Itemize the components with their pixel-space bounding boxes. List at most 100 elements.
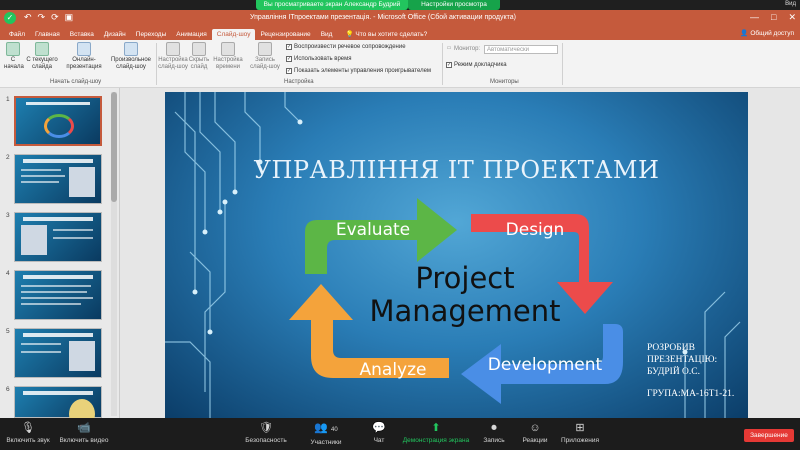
thumb-number: 3 [6, 212, 10, 219]
redo-icon[interactable]: ↷ [38, 12, 46, 23]
thumb-text-line [21, 351, 61, 353]
thumb-number: 4 [6, 270, 10, 277]
from-current-label: С текущего слайда [26, 57, 58, 70]
share-screen-button[interactable]: ⬆ Демонстрация экрана [402, 422, 470, 444]
unmute-button[interactable]: 🎙 Включить звук [4, 422, 52, 444]
maximize-icon[interactable]: □ [771, 12, 776, 23]
from-beginning-button[interactable]: С начала [4, 42, 24, 71]
media-controls-checkbox[interactable]: ✓ Показать элементы управления проигрыват… [286, 68, 431, 74]
author-block: РОЗРОБИВ ПРЕЗЕНТАЦІЮ: БУДРІЙ О.С. ГРУПА:… [647, 342, 747, 400]
record-button[interactable]: ⏺ Запись [480, 422, 508, 444]
participants-count: 40 [331, 427, 338, 433]
hide-slide-button[interactable]: Скрыть слайд [188, 42, 210, 71]
thumb-cycle-graphic [44, 114, 74, 138]
thumb-title-bar [23, 275, 93, 279]
slide-thumbnail-1[interactable] [14, 96, 102, 146]
security-label: Безопасность [245, 437, 287, 444]
from-beginning-label: С начала [4, 57, 24, 70]
tab-file[interactable]: Файл [4, 29, 30, 40]
thumb-title-bar [23, 159, 93, 163]
share-screen-icon: ⬆ [431, 422, 441, 434]
group-label-start: Начать слайд-шоу [50, 79, 102, 85]
reaction-icon: ☺ [529, 422, 541, 434]
unmute-label: Включить звук [6, 437, 50, 444]
repeat-icon[interactable]: ⟳ [51, 12, 59, 23]
setup-icon [166, 42, 180, 56]
apps-label: Приложения [560, 437, 600, 444]
record-slideshow-button[interactable]: Запись слайд-шоу [248, 42, 282, 71]
presenter-view-label: Режим докладчика [454, 62, 507, 68]
thumb-text-line [21, 181, 59, 183]
step-evaluate: Evaluate [336, 220, 410, 240]
thumb-text-line [21, 285, 91, 287]
diagram-center-text: Project Management [335, 262, 595, 328]
monitor-select[interactable]: Автоматически [484, 45, 558, 54]
chat-button[interactable]: 💬 Чат [366, 422, 392, 444]
narrations-checkbox[interactable]: ✓ Воспроизвести речевое сопровождение [286, 44, 406, 50]
tab-transitions[interactable]: Переходы [131, 29, 172, 40]
slide-canvas[interactable]: УПРАВЛІННЯ ІТ ПРОЕКТАМИ Evaluate Design … [165, 92, 748, 418]
reactions-label: Реакции [522, 437, 548, 444]
view-options-button[interactable]: Настройки просмотра [408, 0, 500, 10]
tab-design[interactable]: Дизайн [99, 29, 131, 40]
slide-thumbnail-4[interactable] [14, 270, 102, 320]
custom-slideshow-label: Произвольное слайд-шоу [110, 57, 152, 70]
slide-thumbnail-2[interactable] [14, 154, 102, 204]
group-label-setup: Настройка [284, 79, 314, 85]
setup-slideshow-button[interactable]: Настройка слайд-шоу [158, 42, 188, 71]
thumb-number: 2 [6, 154, 10, 161]
hide-slide-label: Скрыть слайд [188, 57, 210, 70]
tab-home[interactable]: Главная [30, 29, 65, 40]
slide-thumbnail-5[interactable] [14, 328, 102, 378]
thumb-text-line [21, 291, 87, 293]
slide-thumbnail-3[interactable] [14, 212, 102, 262]
share-label: Общий доступ [750, 30, 794, 37]
custom-slideshow-button[interactable]: Произвольное слайд-шоу [108, 42, 154, 71]
record-label: Запись [483, 437, 505, 444]
reactions-button[interactable]: ☺ Реакции [518, 422, 552, 444]
tab-insert[interactable]: Вставка [65, 29, 99, 40]
share-button[interactable]: 👤 Общий доступ [740, 28, 794, 39]
zoom-top-bar: Вы просматриваете экран Александр Будрий… [0, 0, 800, 10]
minimize-icon[interactable]: — [750, 12, 759, 23]
scrollbar-thumb[interactable] [111, 92, 117, 202]
start-video-button[interactable]: 📹 Включить видео [56, 422, 112, 444]
tell-me-box[interactable]: 💡 Что вы хотите сделать? [345, 29, 427, 40]
slideshow-start-icon[interactable]: ▣ [65, 12, 74, 23]
end-meeting-button[interactable]: Завершение [744, 429, 794, 442]
tab-animations[interactable]: Анимация [171, 29, 212, 40]
use-timings-checkbox[interactable]: ✓ Использовать время [286, 56, 352, 62]
thumbnail-scrollbar[interactable] [111, 92, 117, 416]
apps-icon: ⊞ [575, 422, 585, 434]
thumb-number: 6 [6, 386, 10, 393]
ribbon-separator [156, 43, 157, 85]
online-present-icon [77, 42, 91, 56]
tab-review[interactable]: Рецензирование [255, 29, 315, 40]
step-development: Development [488, 355, 603, 375]
hide-slide-icon [192, 42, 206, 56]
narrations-label: Воспроизвести речевое сопровождение [294, 44, 406, 50]
undo-icon[interactable]: ↶ [24, 12, 32, 23]
shield-icon: ✓ [4, 12, 16, 24]
rehearse-timings-button[interactable]: Настройка времени [212, 42, 244, 71]
close-icon[interactable]: ✕ [788, 12, 796, 23]
tab-slideshow[interactable]: Слайд-шоу [211, 29, 256, 40]
monitor-label-text: Монитор: [454, 46, 481, 52]
thumb-number: 1 [6, 96, 10, 103]
participants-button[interactable]: 👥 40 Участники [306, 422, 346, 446]
apps-button[interactable]: ⊞ Приложения [558, 422, 602, 444]
rehearse-timings-label: Настройка времени [213, 57, 243, 70]
security-button[interactable]: 🛡 Безопасность [244, 422, 288, 444]
chat-icon: 💬 [372, 422, 386, 434]
media-controls-label: Показать элементы управления проигрывате… [294, 68, 432, 74]
center-line-1: Project [415, 261, 515, 295]
slide-thumbnail-6[interactable] [14, 386, 102, 429]
thumb-image [21, 225, 47, 255]
author-line: ПРЕЗЕНТАЦІЮ: [647, 355, 718, 365]
view-button[interactable]: Вид [785, 1, 796, 7]
online-presentation-button[interactable]: Онлайн-презентация [62, 42, 106, 71]
presenter-view-checkbox[interactable]: ✓ Режим докладчика [446, 62, 507, 68]
from-current-button[interactable]: С текущего слайда [26, 42, 58, 71]
tab-view[interactable]: Вид [316, 29, 338, 40]
thumb-text-line [21, 175, 65, 177]
